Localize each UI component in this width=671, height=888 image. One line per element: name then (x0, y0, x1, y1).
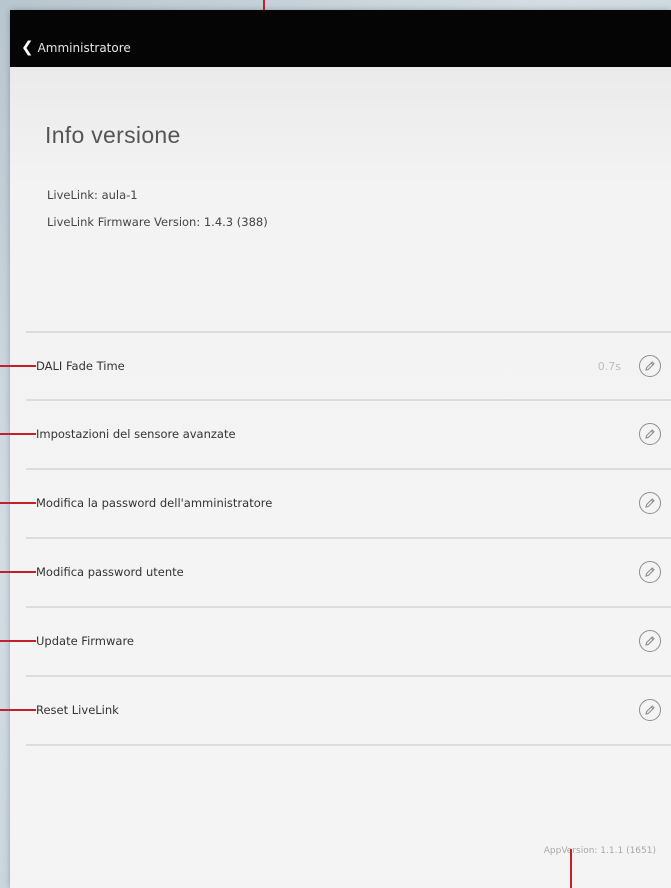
setting-row-dali-fade-time[interactable]: DALI Fade Time 0.7s (26, 333, 671, 399)
setting-label: Modifica la password dell'amministratore (36, 496, 273, 510)
pencil-edit-icon[interactable] (639, 630, 661, 652)
setting-row-advanced-sensor[interactable]: Impostazioni del sensore avanzate (26, 401, 671, 467)
callout-line-left (0, 640, 36, 642)
setting-row-admin-password[interactable]: Modifica la password dell'amministratore (26, 470, 671, 536)
setting-row-reset-livelink[interactable]: Reset LiveLink (26, 677, 671, 743)
setting-label: Modifica password utente (36, 565, 184, 579)
back-button-label: Amministratore (37, 40, 131, 55)
setting-label: Impostazioni del sensore avanzate (36, 427, 236, 441)
pencil-edit-icon[interactable] (639, 355, 661, 377)
callout-line-left (0, 433, 36, 435)
app-screen: ❮ Amministratore Info versione LiveLink:… (10, 10, 671, 888)
pencil-edit-icon[interactable] (639, 492, 661, 514)
callout-line-bottom (570, 849, 572, 888)
callout-line-left (0, 502, 36, 504)
chevron-left-icon: ❮ (21, 38, 34, 56)
setting-label: DALI Fade Time (36, 359, 125, 373)
setting-value: 0.7s (597, 359, 621, 373)
setting-row-update-firmware[interactable]: Update Firmware (26, 608, 671, 674)
callout-line-left (0, 571, 36, 573)
setting-row-user-password[interactable]: Modifica password utente (26, 539, 671, 605)
pencil-edit-icon[interactable] (639, 699, 661, 721)
pencil-edit-icon[interactable] (639, 561, 661, 583)
firmware-version: LiveLink Firmware Version: 1.4.3 (388) (47, 215, 268, 229)
setting-label: Reset LiveLink (36, 703, 119, 717)
app-version: AppVersion: 1.1.1 (1651) (543, 846, 656, 856)
callout-line-left (0, 365, 36, 367)
livelink-name: LiveLink: aula-1 (47, 188, 138, 202)
pencil-edit-icon[interactable] (639, 423, 661, 445)
callout-line-left (0, 709, 36, 711)
back-button[interactable]: ❮ Amministratore (21, 40, 131, 55)
divider (26, 744, 671, 746)
page-title: Info versione (45, 122, 181, 148)
setting-label: Update Firmware (36, 634, 135, 648)
navigation-bar: ❮ Amministratore (10, 10, 671, 67)
